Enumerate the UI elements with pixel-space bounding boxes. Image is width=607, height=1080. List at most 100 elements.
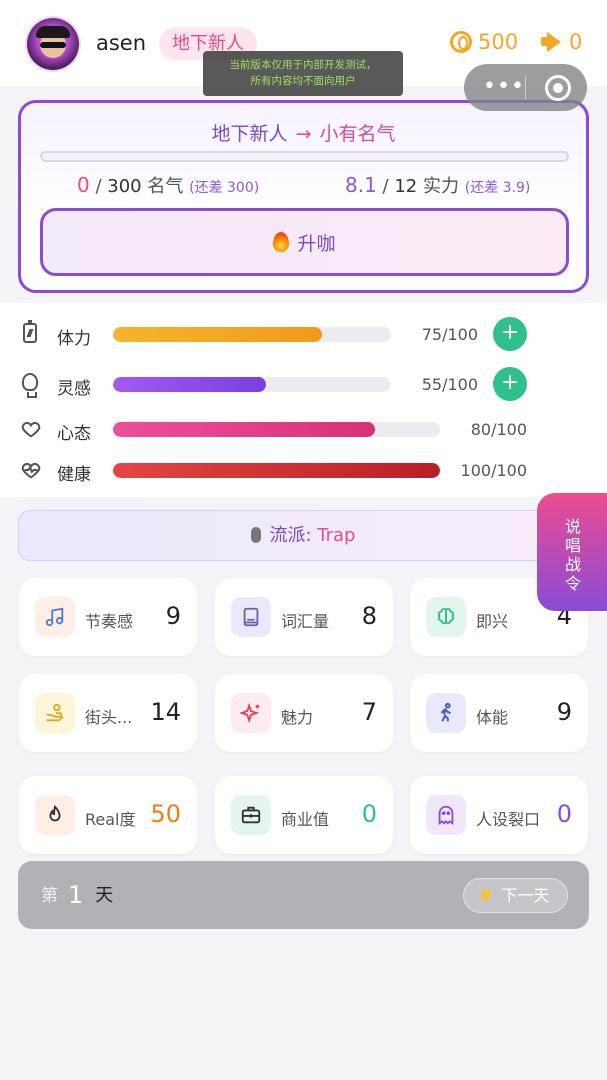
arrow-right-icon: → (295, 123, 312, 145)
stat-value: 8 (361, 602, 377, 630)
day-prefix: 第 (41, 886, 58, 906)
upgrade-button-label: 升咖 (297, 232, 336, 255)
microphone-icon (251, 527, 262, 543)
stat-label: 即兴 (476, 612, 509, 631)
coin-balance: 500 (450, 30, 518, 54)
mini-program-capsule: ••• (464, 64, 587, 111)
stat-label: 商业值 (281, 810, 330, 829)
megaphone-icon (541, 32, 563, 52)
fame-requirement: 0 / 300 名气 (还差 300) (77, 172, 259, 198)
vital-track (113, 422, 440, 437)
fire-icon (273, 232, 290, 252)
vital-fill (113, 327, 322, 342)
avatar-glasses (40, 42, 66, 48)
stat-value: 7 (361, 698, 377, 726)
next-day-button[interactable]: 下一天 (463, 878, 568, 913)
genre-label: 流派: (269, 525, 318, 546)
coin-icon (450, 31, 472, 53)
vitals-panel: 体力 75/100 + 灵感 55/100 + 心态 80/100 健康 100… (0, 303, 607, 497)
next-rank: 小有名气 (319, 123, 396, 145)
vital-label: 灵感 (57, 379, 91, 399)
vital-fill (113, 377, 266, 392)
hand-icon (35, 693, 75, 733)
vital-value: 75/100 (421, 325, 478, 344)
runner-icon (426, 693, 466, 733)
heart-pulse-icon (20, 459, 42, 481)
avatar-hat (36, 26, 70, 38)
power-current: 8.1 (345, 173, 377, 197)
stat-value: 9 (165, 602, 181, 630)
more-options-button[interactable]: ••• (482, 76, 526, 98)
vital-row-stamina: 体力 75/100 + (0, 316, 607, 352)
genre-value: Trap (317, 525, 356, 546)
genre-banner[interactable]: 流派: Trap (18, 510, 589, 561)
vital-row-health: 健康 100/100 (0, 452, 607, 488)
power-label: 实力 (423, 176, 459, 197)
stat-card-real[interactable]: Real度 50 (19, 776, 197, 854)
promotion-title: 地下新人 → 小有名气 (21, 119, 586, 146)
day-number: 1 (68, 881, 84, 909)
vital-track (113, 327, 391, 342)
stat-card-street[interactable]: 街头... 14 (19, 674, 197, 752)
promotion-progress-bar (40, 151, 569, 162)
brain-icon (426, 597, 466, 637)
stat-card-vocabulary[interactable]: 词汇量 8 (215, 578, 393, 656)
stat-card-persona-crack[interactable]: 人设裂口 0 (410, 776, 588, 854)
fame-diff: (还差 300) (189, 180, 260, 196)
moon-icon (481, 889, 496, 903)
vital-value: 80/100 (470, 420, 527, 439)
stat-value: 9 (556, 698, 572, 726)
add-inspiration-button[interactable]: + (493, 367, 527, 401)
stat-card-rhythm[interactable]: 节奏感 9 (19, 578, 197, 656)
stat-value: 14 (150, 698, 181, 726)
music-note-icon (35, 597, 75, 637)
stat-card-stamina[interactable]: 体能 9 (410, 674, 588, 752)
dev-notice-line1: 当前版本仅用于内部开发测试， (229, 59, 377, 71)
stat-label: 人设裂口 (476, 810, 541, 829)
vital-fill (113, 422, 375, 437)
sparkles-icon (231, 693, 271, 733)
close-target-button[interactable] (545, 75, 571, 101)
fame-label: 名气 (147, 176, 184, 197)
day-counter: 第1天 (41, 881, 113, 909)
vital-row-mood: 心态 80/100 (0, 411, 607, 447)
bulb-icon (22, 373, 38, 398)
promotion-card: 地下新人 → 小有名气 0 / 300 名气 (还差 300) 8.1 / 12 实… (18, 100, 589, 293)
fame-separator: / (95, 176, 102, 197)
stat-label: 街头... (85, 708, 133, 727)
rap-battle-pass-tab[interactable]: 说 唱 战 令 (537, 493, 607, 611)
stat-label: Real度 (85, 810, 136, 829)
avatar[interactable] (27, 18, 79, 70)
username: asen (96, 31, 147, 55)
book-icon (231, 597, 271, 637)
vital-label: 心态 (57, 424, 91, 444)
side-tab-char: 说 (564, 517, 581, 536)
stat-value: 0 (556, 800, 572, 828)
capsule-divider (525, 76, 526, 99)
stat-label: 节奏感 (85, 612, 134, 631)
stat-card-charm[interactable]: 魅力 7 (215, 674, 393, 752)
next-day-label: 下一天 (501, 886, 550, 905)
vital-fill (113, 463, 440, 478)
stat-label: 体能 (476, 708, 509, 727)
vital-label: 健康 (57, 465, 91, 485)
vital-value: 55/100 (421, 375, 478, 394)
flame-icon (35, 795, 75, 835)
stat-value: 0 (361, 800, 377, 828)
ghost-icon (426, 795, 466, 835)
notice-button[interactable]: 0 (541, 30, 582, 54)
power-separator: / (382, 176, 389, 197)
stat-card-commercial[interactable]: 商业值 0 (215, 776, 393, 854)
vital-label: 体力 (57, 329, 91, 349)
add-stamina-button[interactable]: + (493, 317, 527, 351)
current-rank: 地下新人 (211, 123, 288, 145)
vital-value: 100/100 (460, 461, 527, 480)
stat-value: 50 (150, 800, 181, 828)
vital-track (113, 463, 440, 478)
heart-icon (20, 418, 41, 438)
stat-label: 词汇量 (281, 612, 330, 631)
notice-count: 0 (569, 30, 583, 54)
day-suffix: 天 (95, 885, 114, 906)
dev-notice-toast: 当前版本仅用于内部开发测试， 所有内容均不面向用户 (203, 51, 403, 96)
upgrade-button[interactable]: 升咖 (40, 208, 569, 276)
